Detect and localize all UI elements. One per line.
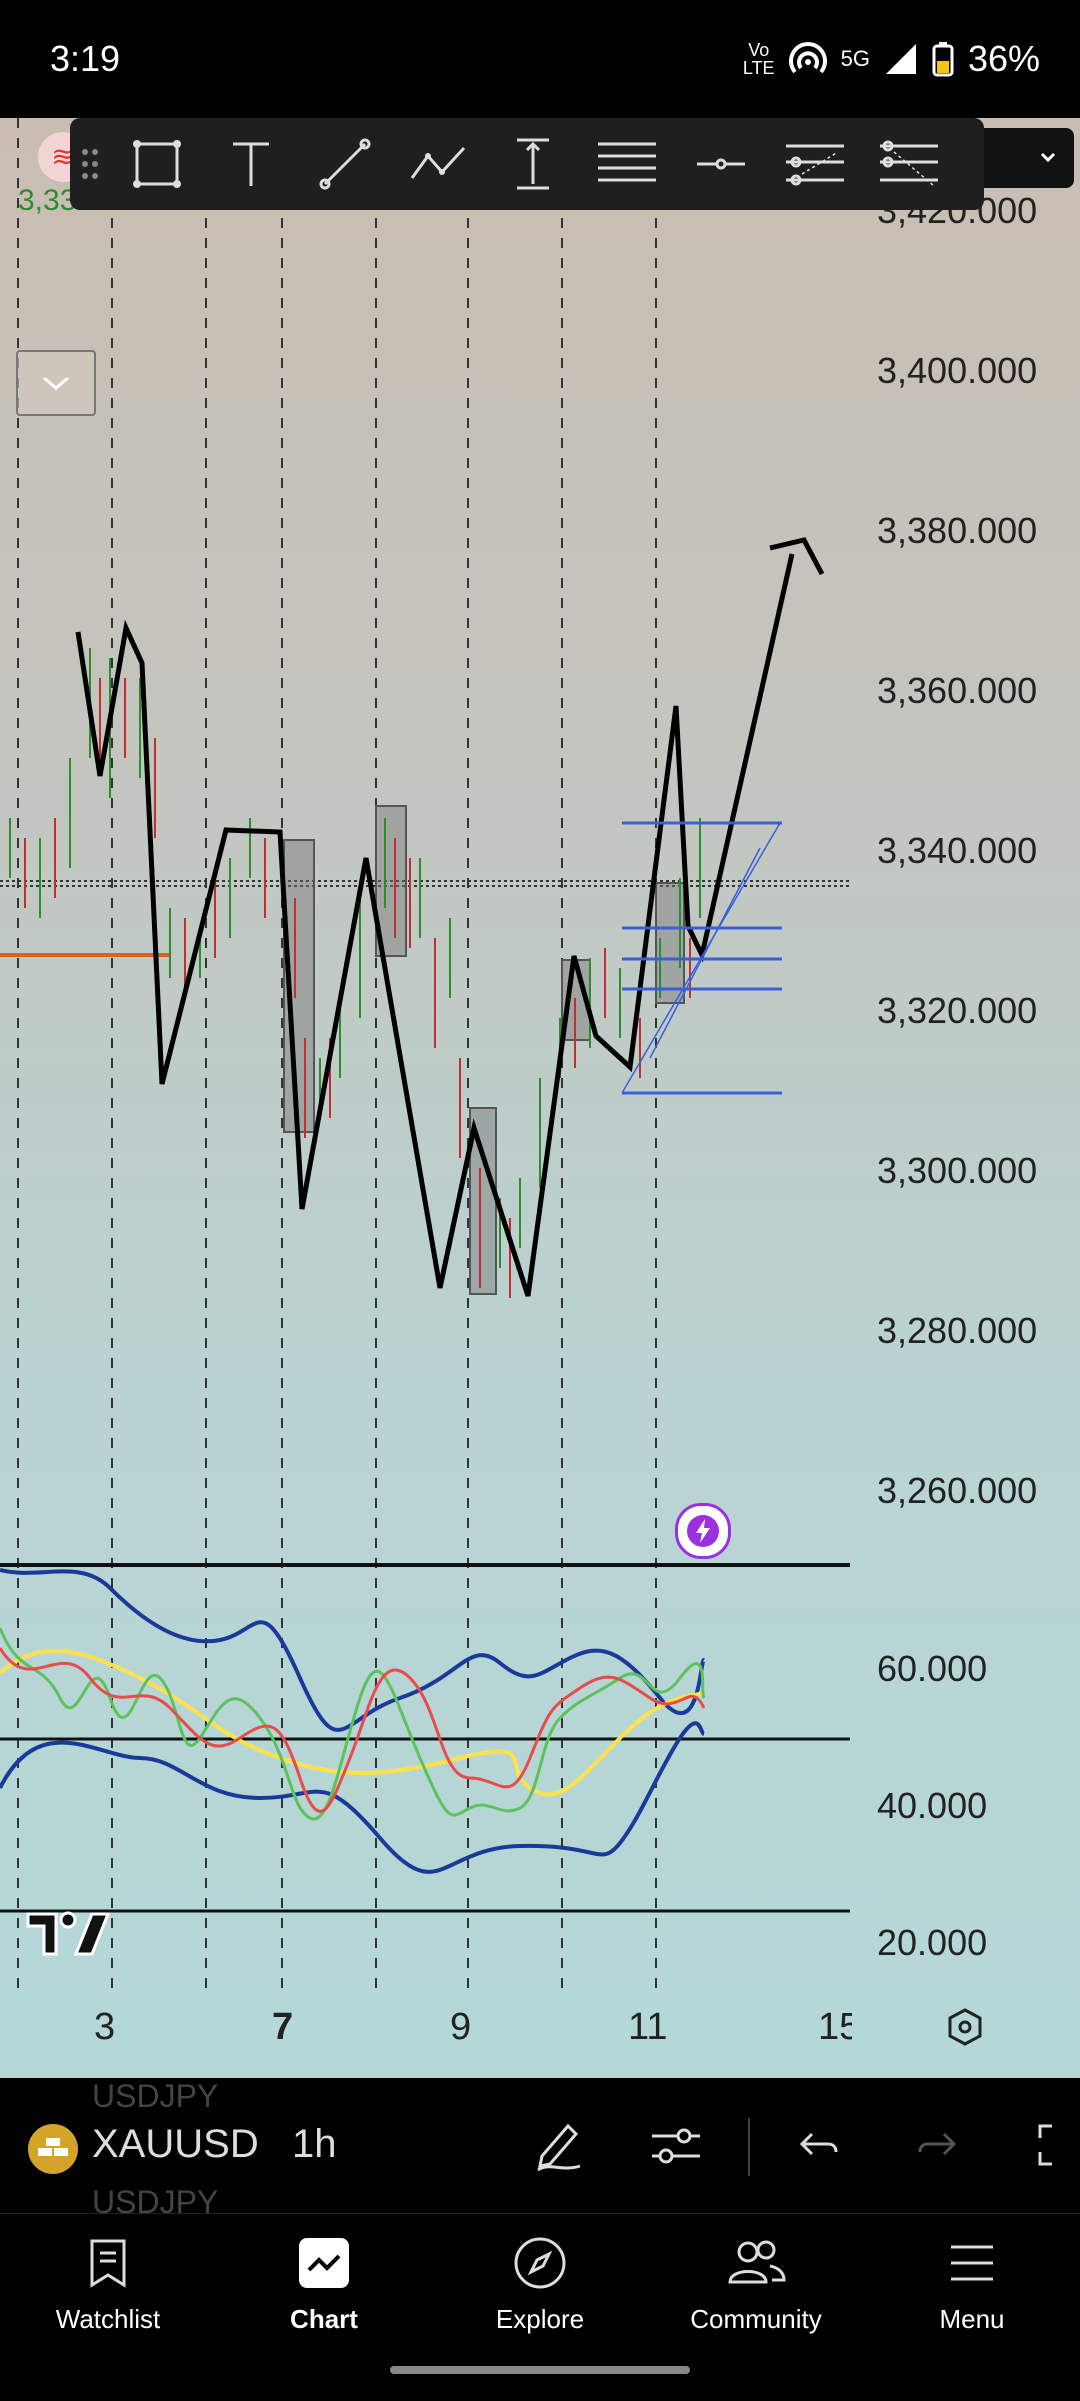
status-icons: Vo LTE 5G 36%: [743, 38, 1040, 80]
parallel-channel-icon: [786, 144, 844, 186]
nav-menu[interactable]: Menu: [882, 2228, 1062, 2335]
date-label: 9: [450, 2006, 472, 2048]
trend-line-tool[interactable]: [298, 118, 392, 210]
price-range-icon: [517, 138, 549, 190]
compass-icon: [514, 2237, 566, 2289]
signal-icon: [885, 44, 916, 74]
price-label: 3,300.000: [877, 1150, 1038, 1191]
nav-label: Watchlist: [55, 2304, 161, 2334]
price-label: 3,400.000: [877, 350, 1038, 391]
nav-explore[interactable]: Explore: [450, 2228, 630, 2335]
hexagon-settings-icon: [948, 2008, 982, 2046]
battery-icon: [932, 42, 954, 77]
chart-canvas[interactable]: [0, 118, 1080, 2078]
nav-label: Explore: [495, 2304, 585, 2334]
date-label: 15: [818, 2006, 852, 2048]
indicators-button[interactable]: [648, 2116, 704, 2179]
sliders-icon: [652, 2128, 700, 2164]
osc-label: 20.000: [877, 1922, 988, 1963]
chevron-down-icon: [43, 376, 69, 390]
grip-icon: [82, 149, 98, 179]
nav-label: Menu: [939, 2304, 1005, 2334]
drawing-toolbar: [70, 118, 984, 210]
price-change-partial: 3,33: [18, 184, 77, 217]
pencil-icon: [537, 2123, 581, 2172]
menu-icon: [951, 2245, 993, 2281]
events-badge[interactable]: [675, 1503, 731, 1559]
projection-arrowhead: [769, 537, 825, 576]
path-tool[interactable]: [392, 118, 486, 210]
rectangle-icon: [133, 140, 181, 188]
trend-line-icon: [319, 138, 371, 190]
price-label: 3,340.000: [877, 830, 1038, 871]
drawing-mode-button[interactable]: [530, 2116, 588, 2179]
price-label: 3,260.000: [877, 1470, 1038, 1511]
gold-bars-icon: [38, 2138, 68, 2156]
rsi-line: [0, 1627, 706, 1821]
undo-button[interactable]: [790, 2116, 846, 2179]
upper-band: [0, 1568, 706, 1732]
fullscreen-button[interactable]: [1034, 2116, 1080, 2179]
horizontal-ray-tool[interactable]: [674, 118, 768, 210]
horizontal-ray-icon: [697, 158, 745, 170]
regression-trend-icon: [880, 140, 938, 187]
path-icon: [410, 146, 466, 179]
regression-trend-tool[interactable]: [862, 118, 956, 210]
toolbar-expand-button[interactable]: [984, 128, 1074, 188]
network-type: 5G: [840, 46, 870, 71]
community-icon: [728, 2240, 786, 2284]
watchlist-icon: [90, 2239, 126, 2288]
chart-settings-button[interactable]: [944, 2006, 986, 2053]
divider: [748, 2118, 750, 2176]
interval-selector[interactable]: 1h: [292, 2122, 337, 2167]
chevron-down-icon: [1040, 152, 1056, 163]
price-label: 3,380.000: [877, 510, 1038, 551]
date-label: 3: [94, 2006, 116, 2048]
date-label: 7: [272, 2006, 294, 2048]
nav-label: Chart: [290, 2304, 358, 2334]
symbol-logo[interactable]: [28, 2124, 78, 2174]
price-range-tool[interactable]: [486, 118, 580, 210]
price-label: 3,360.000: [877, 670, 1038, 711]
hotspot-icon: [788, 42, 827, 74]
price-label: 3,320.000: [877, 990, 1038, 1031]
rectangle-tool[interactable]: [110, 118, 204, 210]
text-tool[interactable]: [204, 118, 298, 210]
status-bar: 3:19 Vo LTE 5G 36%: [0, 0, 1080, 118]
adjacent-symbol-above: USDJPY: [92, 2078, 219, 2114]
nav-community[interactable]: Community: [666, 2228, 846, 2335]
lightning-icon: [687, 1515, 719, 1547]
undo-icon: [799, 2132, 838, 2156]
ema-line: [0, 1647, 706, 1813]
nav-label: Community: [690, 2304, 822, 2334]
volte-indicator: Vo LTE: [742, 40, 775, 78]
redo-icon: [918, 2132, 957, 2156]
horizontal-lines-tool[interactable]: [580, 118, 674, 210]
nav-chart[interactable]: Chart: [234, 2228, 414, 2335]
fullscreen-icon: [1038, 2124, 1052, 2166]
status-time: 3:19: [50, 38, 121, 79]
tradingview-logo: [26, 1908, 111, 1961]
nav-watchlist[interactable]: Watchlist: [18, 2228, 198, 2335]
legend-collapse-button[interactable]: [16, 350, 96, 416]
toolbar-grip[interactable]: [70, 118, 110, 210]
text-icon: [233, 142, 269, 186]
osc-label: 40.000: [877, 1785, 988, 1826]
chart-icon: [299, 2238, 349, 2288]
horizontal-lines-icon: [598, 142, 656, 182]
lower-band: [0, 1721, 706, 1874]
chart-area[interactable]: 3,420.000 3,400.000 3,380.000 3,360.000 …: [0, 118, 1080, 2078]
price-label: 3,280.000: [877, 1310, 1038, 1351]
redo-button[interactable]: [910, 2116, 966, 2179]
date-label: 11: [628, 2006, 668, 2048]
chart-controls-bar: USDJPY XAUUSD USDJPY 1h: [0, 2078, 1080, 2220]
symbol-selector[interactable]: XAUUSD: [92, 2122, 259, 2167]
parallel-channel-tool[interactable]: [768, 118, 862, 210]
battery-percent: 36%: [967, 38, 1040, 79]
osc-label: 60.000: [877, 1648, 988, 1689]
home-indicator[interactable]: [390, 2366, 690, 2374]
